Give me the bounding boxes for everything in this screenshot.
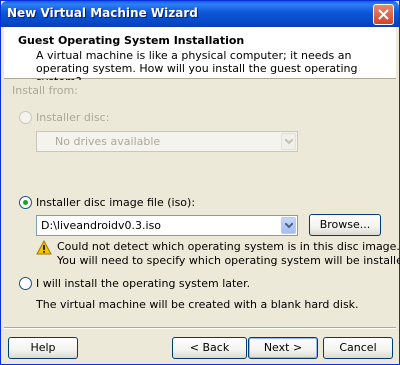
iso-path-combobox[interactable]: D:\liveandroidv0.3.iso [36,215,298,236]
wizard-content: Install from: Installer disc: No drives … [4,80,400,328]
warning-text-line2: You will need to specify which operating… [57,254,400,267]
radio-selected-dot [23,200,28,205]
browse-button[interactable]: Browse... [309,214,381,236]
close-icon [378,9,389,20]
close-button[interactable] [373,4,394,25]
install-later-radio[interactable] [19,277,32,290]
page-title: Guest Operating System Installation [18,34,245,47]
wizard-header: Guest Operating System Installation A vi… [4,27,396,88]
installer-disc-label: Installer disc: [36,111,110,124]
installer-disc-value: No drives available [55,135,161,148]
install-later-note: The virtual machine will be created with… [36,298,359,311]
installer-disc-radio[interactable] [19,111,32,124]
next-button[interactable]: Next > [248,337,318,359]
iso-radio[interactable] [19,196,32,209]
title-bar[interactable]: New Virtual Machine Wizard [1,1,399,27]
iso-path-dropdown-arrow[interactable] [281,217,296,234]
cancel-button[interactable]: Cancel [323,337,393,359]
back-button[interactable]: < Back [172,337,247,359]
iso-path-value: D:\liveandroidv0.3.iso [41,219,162,232]
installer-disc-dropdown[interactable]: No drives available [36,131,298,152]
warning-text-line1: Could not detect which operating system … [57,240,400,253]
chevron-down-icon [285,223,293,229]
window-title: New Virtual Machine Wizard [7,6,198,20]
help-button[interactable]: Help [8,337,78,359]
warning-icon [36,240,52,255]
installer-disc-dropdown-arrow[interactable] [281,133,296,150]
chevron-down-icon [285,139,293,145]
install-later-label: I will install the operating system late… [36,277,251,290]
wizard-footer: Help < Back Next > Cancel [4,329,396,363]
iso-label: Installer disc image file (iso): [36,196,196,209]
wizard-window: New Virtual Machine Wizard Guest Operati… [0,0,400,365]
install-from-label: Install from: [12,84,78,97]
